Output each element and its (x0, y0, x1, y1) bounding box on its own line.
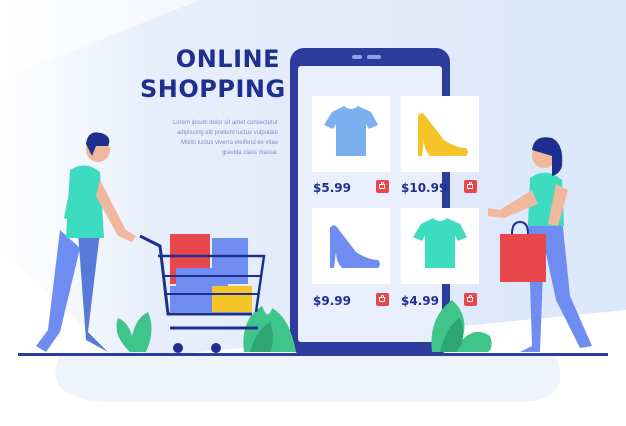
floor-shadow (55, 355, 561, 402)
product-price-4: $4.99 (401, 294, 439, 308)
body-text: Lorem ipsum dolor sit amet consectetur a… (150, 118, 278, 158)
headline: ONLINE SHOPPING (140, 44, 286, 104)
body-text-line: adipiscing elit pretium luctus vulputate (176, 130, 278, 136)
add-to-cart-icon[interactable] (464, 293, 477, 306)
ground-line (18, 353, 608, 356)
add-to-cart-icon[interactable] (376, 180, 389, 193)
product-card-2 (401, 96, 479, 172)
product-price-2: $10.99 (401, 181, 448, 195)
headline-line-1: ONLINE (175, 45, 280, 73)
shopping-illustration: ONLINE SHOPPING Lorem ipsum dolor sit am… (0, 0, 626, 426)
body-text-line: Lorem ipsum dolor sit amet consectetur (172, 120, 278, 126)
add-to-cart-icon[interactable] (464, 180, 477, 193)
product-price-1: $5.99 (313, 181, 351, 195)
product-price-3: $9.99 (313, 294, 351, 308)
headline-line-2: SHOPPING (140, 75, 286, 103)
body-text-line: gravida class massa. (221, 150, 278, 156)
scene-art (0, 0, 626, 402)
body-text-line: Morbi luctus viverra eleifend ex vitae (180, 140, 278, 146)
add-to-cart-icon[interactable] (376, 293, 389, 306)
